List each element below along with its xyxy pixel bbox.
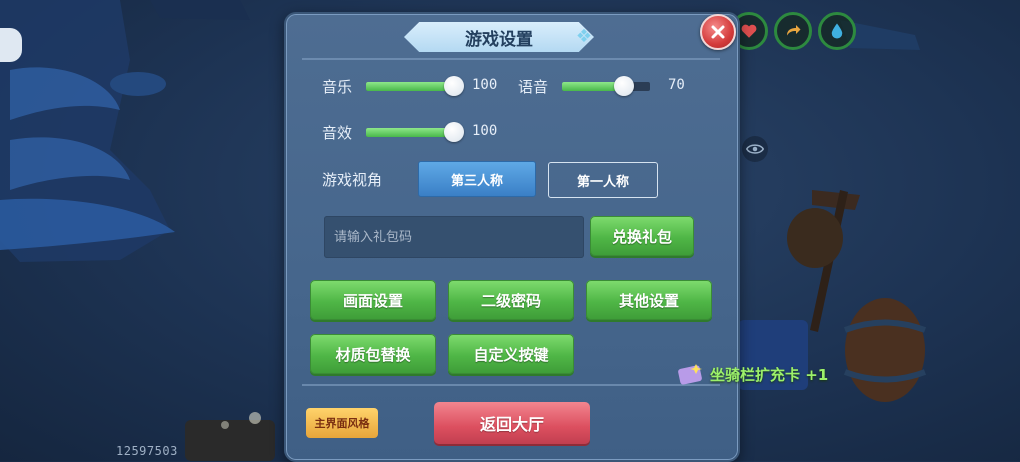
sfx-slider[interactable] (366, 122, 464, 142)
close-button[interactable] (700, 14, 736, 50)
player-avatar-edge (0, 28, 22, 62)
game-settings-dialog: ❖ 游戏设置 ❖ 音乐 100 语音 70 音效 100 游戏视角 第三人称 第… (284, 12, 740, 462)
redeem-gift-button[interactable]: 兑换礼包 (590, 216, 694, 256)
bottom-divider (302, 384, 720, 386)
voice-slider-knob[interactable] (614, 76, 634, 96)
gift-code-field[interactable] (324, 216, 584, 258)
view-label: 游戏视角 (322, 171, 383, 189)
notification-text: 坐骑栏扩充卡 +1 (710, 365, 829, 384)
voice-value: 70 (668, 77, 685, 93)
close-icon (711, 25, 725, 39)
sfx-value: 100 (472, 123, 498, 139)
voice-slider[interactable] (562, 76, 650, 96)
first-person-button[interactable]: 第一人称 (548, 162, 658, 198)
return-lobby-button[interactable]: 返回大厅 (434, 402, 590, 444)
dialog-title-bar: 游戏设置 (404, 22, 594, 52)
texture-pack-button[interactable]: 材质包替换 (310, 334, 436, 374)
main-ui-style-button[interactable]: 主界面风格 (306, 408, 378, 438)
graphics-settings-button[interactable]: 画面设置 (310, 280, 436, 320)
other-settings-button[interactable]: 其他设置 (586, 280, 712, 320)
arrow-icon[interactable] (774, 12, 812, 50)
music-value: 100 (472, 77, 498, 93)
music-label: 音乐 (322, 78, 353, 96)
water-drop-icon[interactable] (818, 12, 856, 50)
voice-label: 语音 (518, 78, 549, 96)
eye-icon[interactable] (742, 136, 768, 162)
sfx-label: 音效 (322, 124, 353, 142)
title-divider (302, 58, 720, 60)
custom-keys-button[interactable]: 自定义按键 (448, 334, 574, 374)
gift-code-input[interactable] (324, 216, 584, 258)
music-slider-fill (366, 82, 456, 91)
mount-card-icon (678, 364, 702, 385)
third-person-button[interactable]: 第三人称 (418, 161, 536, 197)
music-slider-knob[interactable] (444, 76, 464, 96)
sfx-slider-fill (366, 128, 456, 137)
dialog-title: 游戏设置 (465, 29, 533, 50)
music-slider[interactable] (366, 76, 464, 96)
sfx-slider-knob[interactable] (444, 122, 464, 142)
item-notification: 坐骑栏扩充卡 +1 (676, 362, 828, 386)
title-ornament-right-icon: ❖ (575, 26, 593, 47)
second-password-button[interactable]: 二级密码 (448, 280, 574, 320)
player-id: 12597503 (116, 444, 178, 458)
